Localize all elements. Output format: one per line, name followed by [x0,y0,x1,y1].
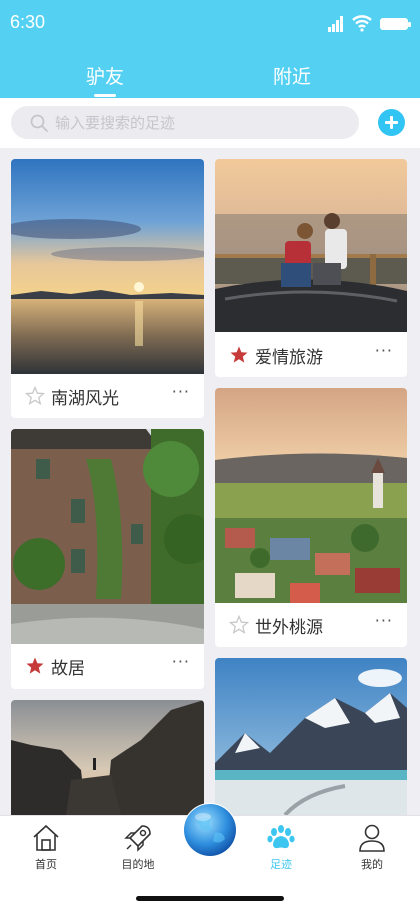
signal-icon [328,16,343,32]
status-bar: 6:30 [0,0,420,48]
card-title: 世外桃源 [255,618,323,638]
nav-home[interactable]: 首页 [14,822,78,872]
globe-icon [184,804,236,856]
card-photo-mountains [215,658,407,815]
star-filled-icon[interactable] [25,656,45,676]
card-photo-rocks [11,700,204,815]
status-time: 6:30 [10,12,46,32]
star-filled-icon[interactable] [229,345,249,365]
nav-label: 目的地 [121,858,155,871]
card-caption: 南湖风光 ··· [11,374,204,418]
home-icon [33,824,59,851]
tab-bar: 驴友 附近 [0,52,420,98]
globe-button[interactable] [183,803,237,857]
card-title: 南湖风光 [51,389,119,409]
user-icon [359,824,385,852]
star-outline-icon[interactable] [229,615,249,635]
more-icon[interactable]: ··· [172,652,190,671]
card-paradise[interactable]: 世外桃源 ··· [215,388,407,647]
card-photo-couple [215,159,407,332]
nav-label: 我的 [361,858,383,871]
more-icon[interactable]: ··· [375,341,393,360]
card-caption: 爱情旅游 ··· [215,333,407,377]
header: 6:30 驴友 附近 [0,0,420,98]
card-title: 爱情旅游 [255,348,323,368]
nav-destination[interactable]: 目的地 [106,822,170,872]
nav-label: 首页 [35,858,57,871]
card-rocks[interactable] [11,700,204,815]
search-bar [0,98,420,148]
star-outline-icon[interactable] [25,386,45,406]
search-input[interactable] [55,106,345,139]
more-icon[interactable]: ··· [375,611,393,630]
more-icon[interactable]: ··· [172,382,190,401]
search-box[interactable] [11,106,359,139]
rocket-icon [124,825,151,852]
card-love-travel[interactable]: 爱情旅游 ··· [215,159,407,377]
home-indicator [136,896,284,901]
card-title: 故居 [51,659,85,679]
card-caption: 故居 ··· [11,644,204,688]
add-button[interactable] [378,109,405,136]
battery-icon [380,18,411,30]
card-mountains[interactable] [215,658,407,815]
card-photo-house [11,429,204,644]
nav-mine[interactable]: 我的 [340,822,404,872]
card-former-residence[interactable]: 故居 ··· [11,429,204,689]
tab-indicator [94,94,116,97]
paw-icon [267,825,295,849]
tab-friends[interactable]: 驴友 [65,62,145,89]
nav-footprints[interactable]: 足迹 [249,822,313,872]
search-icon [30,114,48,132]
wifi-icon [352,15,372,32]
card-photo-lake [11,159,204,374]
card-caption: 世外桃源 ··· [215,603,407,647]
tab-nearby[interactable]: 附近 [252,62,332,89]
card-photo-village [215,388,407,603]
card-nanhu[interactable]: 南湖风光 ··· [11,159,204,418]
nav-label: 足迹 [270,858,292,871]
